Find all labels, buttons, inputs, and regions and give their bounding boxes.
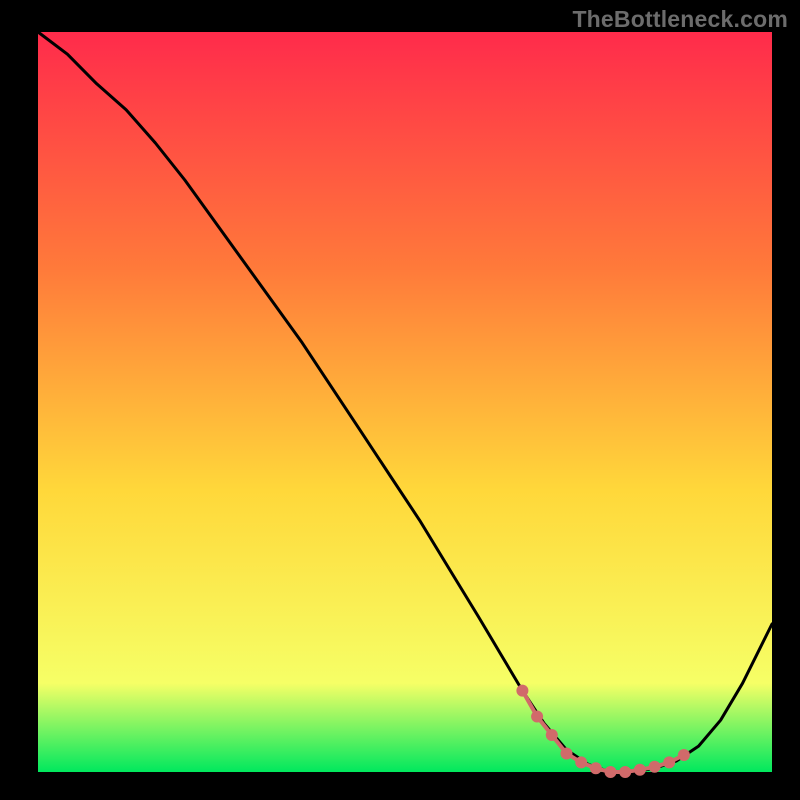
- optimal-point: [516, 685, 528, 697]
- optimal-point: [531, 711, 543, 723]
- optimal-point: [590, 762, 602, 774]
- optimal-point: [575, 756, 587, 768]
- optimal-point: [619, 766, 631, 778]
- optimal-point: [605, 766, 617, 778]
- chart-svg: [0, 0, 800, 800]
- watermark-text: TheBottleneck.com: [572, 6, 788, 33]
- optimal-point: [546, 729, 558, 741]
- optimal-point: [678, 749, 690, 761]
- optimal-point: [663, 756, 675, 768]
- bottleneck-chart: [0, 0, 800, 800]
- optimal-point: [561, 748, 573, 760]
- optimal-point: [634, 764, 646, 776]
- optimal-point: [649, 761, 661, 773]
